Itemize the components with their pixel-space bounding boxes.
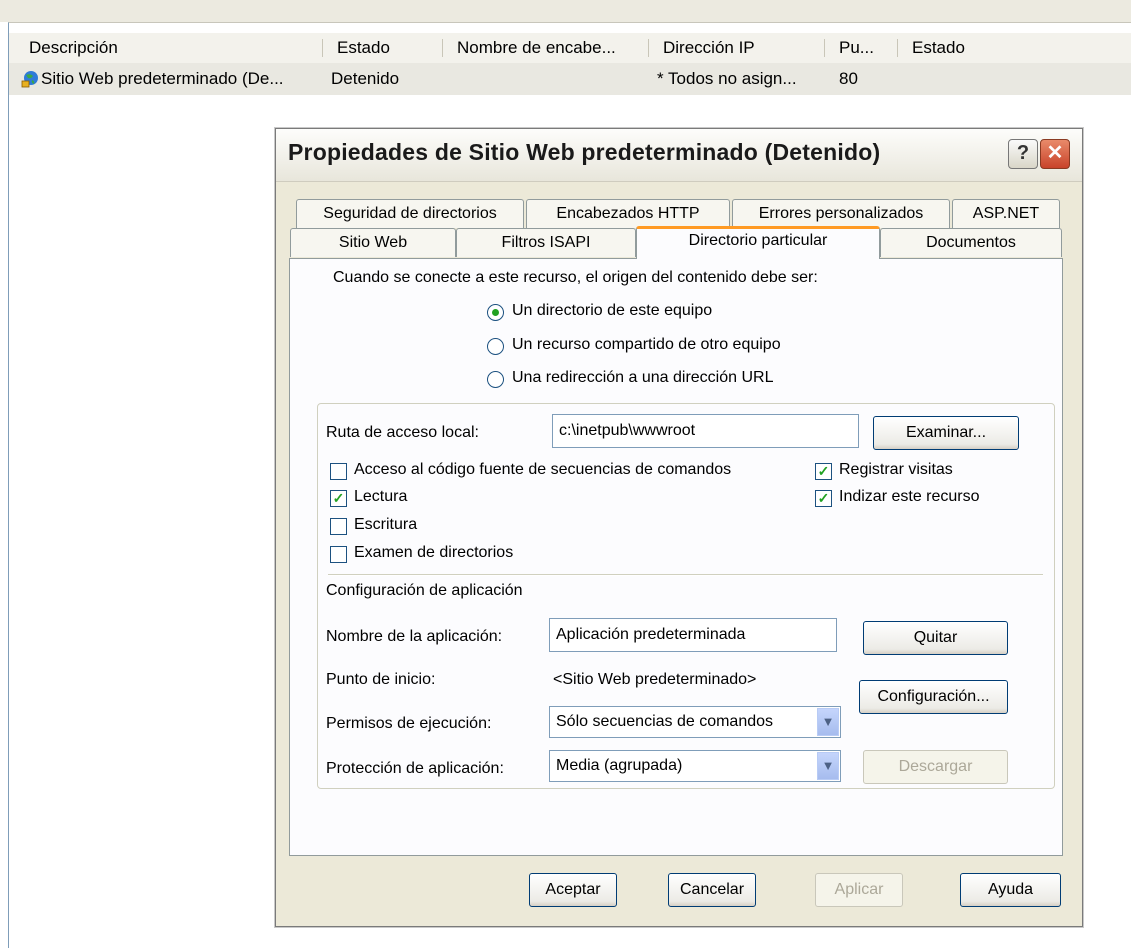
checkbox-script-source-access[interactable] bbox=[330, 463, 347, 480]
radio-url-redirect[interactable] bbox=[487, 371, 504, 388]
help-icon[interactable]: ? bbox=[1008, 139, 1038, 169]
directory-settings-group: Ruta de acceso local: c:\inetpub\wwwroot… bbox=[317, 403, 1055, 789]
home-directory-panel: Cuando se conecte a este recurso, el ori… bbox=[289, 258, 1063, 856]
checkbox-log-visits-label[interactable]: Registrar visitas bbox=[839, 461, 953, 479]
globe-icon bbox=[21, 71, 38, 88]
section-divider bbox=[328, 574, 1043, 576]
remove-button[interactable]: Quitar bbox=[863, 621, 1008, 655]
app-protection-select[interactable]: Media (agrupada) ▼ bbox=[549, 750, 841, 782]
col-header-port[interactable]: Pu... bbox=[833, 33, 899, 63]
cancel-button[interactable]: Cancelar bbox=[668, 873, 756, 907]
col-header-ip[interactable]: Dirección IP bbox=[657, 33, 823, 63]
site-ip: * Todos no asign... bbox=[657, 69, 797, 88]
list-item[interactable]: Sitio Web predeterminado (De... Detenido… bbox=[9, 63, 1131, 95]
apply-button[interactable]: Aplicar bbox=[815, 873, 903, 907]
dialog-titlebar[interactable]: Propiedades de Sitio Web predeterminado … bbox=[276, 129, 1082, 182]
tab-directory-security[interactable]: Seguridad de directorios bbox=[296, 199, 524, 228]
tab-isapi-filters[interactable]: Filtros ISAPI bbox=[456, 228, 636, 257]
col-header-host[interactable]: Nombre de encabe... bbox=[451, 33, 647, 63]
chevron-down-icon[interactable]: ▼ bbox=[817, 752, 839, 780]
radio-network-share[interactable] bbox=[487, 338, 504, 355]
radio-network-share-label[interactable]: Un recurso compartido de otro equipo bbox=[512, 336, 781, 354]
exec-permissions-label: Permisos de ejecución: bbox=[326, 715, 492, 732]
browse-button[interactable]: Examinar... bbox=[873, 416, 1019, 450]
radio-local-directory[interactable] bbox=[487, 304, 504, 321]
configuration-button[interactable]: Configuración... bbox=[859, 680, 1008, 714]
close-icon[interactable]: ✕ bbox=[1040, 139, 1070, 169]
local-path-input[interactable]: c:\inetpub\wwwroot bbox=[552, 414, 859, 448]
col-header-description[interactable]: Descripción bbox=[23, 33, 319, 63]
chevron-down-icon[interactable]: ▼ bbox=[817, 708, 839, 736]
tab-home-directory[interactable]: Directorio particular bbox=[636, 226, 880, 259]
checkbox-log-visits[interactable]: ✓ bbox=[815, 463, 832, 480]
col-header-state[interactable]: Estado bbox=[906, 33, 1032, 63]
help-button[interactable]: Ayuda bbox=[960, 873, 1061, 907]
dialog-title: Propiedades de Sitio Web predeterminado … bbox=[288, 139, 881, 165]
col-header-status[interactable]: Estado bbox=[331, 33, 447, 63]
unload-button[interactable]: Descargar bbox=[863, 750, 1008, 784]
checkbox-script-source-access-label[interactable]: Acceso al código fuente de secuencias de… bbox=[354, 461, 731, 479]
checkbox-write-label[interactable]: Escritura bbox=[354, 516, 417, 534]
checkbox-write[interactable] bbox=[330, 518, 347, 535]
app-protection-value: Media (agrupada) bbox=[556, 757, 683, 774]
tab-http-headers[interactable]: Encabezados HTTP bbox=[526, 199, 730, 228]
app-name-input[interactable]: Aplicación predeterminada bbox=[549, 618, 837, 652]
exec-permissions-value: Sólo secuencias de comandos bbox=[556, 713, 774, 730]
checkbox-read[interactable]: ✓ bbox=[330, 490, 347, 507]
local-path-label: Ruta de acceso local: bbox=[326, 424, 479, 441]
radio-local-directory-label[interactable]: Un directorio de este equipo bbox=[512, 302, 712, 320]
site-description: Sitio Web predeterminado (De... bbox=[41, 69, 284, 88]
app-config-heading: Configuración de aplicación bbox=[326, 582, 523, 599]
content-source-intro: Cuando se conecte a este recurso, el ori… bbox=[333, 269, 818, 286]
exec-permissions-select[interactable]: Sólo secuencias de comandos ▼ bbox=[549, 706, 841, 738]
start-point-value: <Sitio Web predeterminado> bbox=[553, 671, 757, 688]
ok-button[interactable]: Aceptar bbox=[529, 873, 617, 907]
tab-documents[interactable]: Documentos bbox=[880, 228, 1062, 257]
checkbox-directory-browsing-label[interactable]: Examen de directorios bbox=[354, 544, 513, 562]
checkbox-index-resource-label[interactable]: Indizar este recurso bbox=[839, 488, 980, 506]
app-name-label: Nombre de la aplicación: bbox=[326, 628, 503, 645]
checkbox-directory-browsing[interactable] bbox=[330, 546, 347, 563]
tab-custom-errors[interactable]: Errores personalizados bbox=[732, 199, 950, 228]
site-status: Detenido bbox=[331, 69, 400, 88]
site-port: 80 bbox=[839, 69, 858, 88]
top-strip bbox=[0, 0, 1131, 22]
checkbox-read-label[interactable]: Lectura bbox=[354, 488, 407, 506]
radio-url-redirect-label[interactable]: Una redirección a una dirección URL bbox=[512, 369, 773, 387]
tab-website[interactable]: Sitio Web bbox=[290, 228, 456, 257]
start-point-label: Punto de inicio: bbox=[326, 671, 436, 688]
list-header: Descripción Estado Nombre de encabe... D… bbox=[9, 33, 1131, 64]
app-protection-label: Protección de aplicación: bbox=[326, 760, 504, 777]
checkbox-index-resource[interactable]: ✓ bbox=[815, 490, 832, 507]
tab-aspnet[interactable]: ASP.NET bbox=[952, 199, 1060, 228]
properties-dialog: Propiedades de Sitio Web predeterminado … bbox=[275, 128, 1083, 927]
